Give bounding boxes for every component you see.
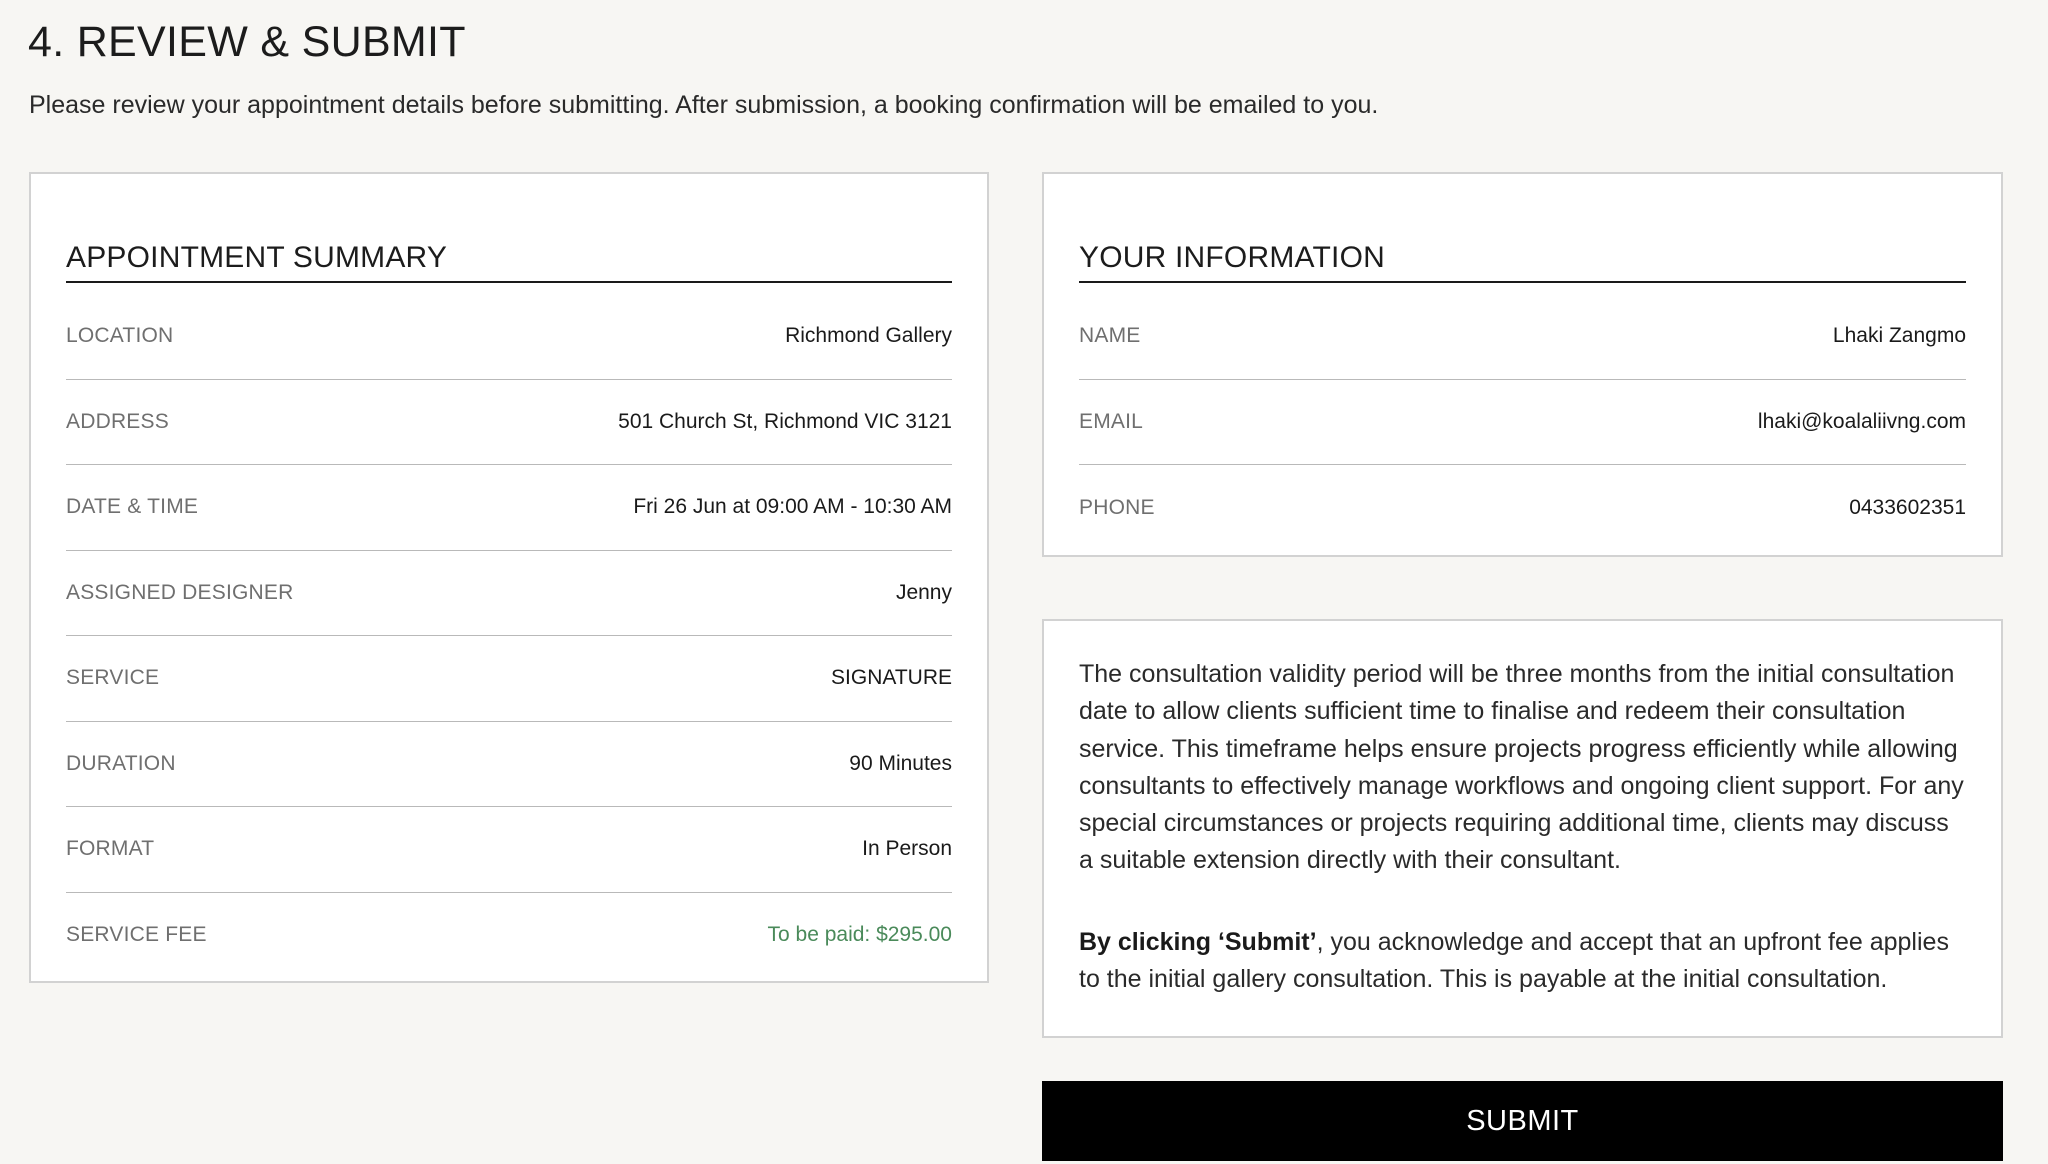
appointment-summary-list: LOCATION Richmond Gallery ADDRESS 501 Ch… (66, 294, 952, 978)
service-label: SERVICE (66, 666, 160, 690)
appointment-summary-card: APPOINTMENT SUMMARY LOCATION Richmond Ga… (29, 172, 989, 983)
service-value: SIGNATURE (831, 666, 952, 690)
intro-text: Please review your appointment details b… (29, 91, 1379, 119)
format-value: In Person (862, 837, 952, 861)
acknowledgement-bold: By clicking ‘Submit’ (1079, 927, 1317, 956)
email-value: lhaki@koalaliivng.com (1757, 409, 1966, 433)
your-information-heading: YOUR INFORMATION (1079, 208, 1966, 283)
consultation-terms-card: The consultation validity period will be… (1042, 619, 2003, 1038)
summary-row-date-time: DATE & TIME Fri 26 Jun at 09:00 AM - 10:… (66, 465, 952, 551)
info-row-phone: PHONE 0433602351 (1079, 465, 1966, 551)
format-label: FORMAT (66, 837, 155, 861)
date-time-label: DATE & TIME (66, 495, 199, 519)
designer-label: ASSIGNED DESIGNER (66, 580, 294, 604)
page-title: 4. REVIEW & SUBMIT (28, 18, 466, 66)
summary-row-service: SERVICE SIGNATURE (66, 636, 952, 722)
summary-row-format: FORMAT In Person (66, 807, 952, 893)
service-fee-value: To be paid: $295.00 (767, 923, 953, 947)
your-information-card: YOUR INFORMATION NAME Lhaki Zangmo EMAIL… (1042, 172, 2003, 557)
name-label: NAME (1079, 324, 1141, 348)
duration-label: DURATION (66, 751, 176, 775)
address-value: 501 Church St, Richmond VIC 3121 (618, 409, 952, 433)
submit-button[interactable]: SUBMIT (1042, 1081, 2003, 1161)
location-value: Richmond Gallery (785, 324, 952, 348)
your-information-list: NAME Lhaki Zangmo EMAIL lhaki@koalaliivn… (1079, 294, 1966, 551)
summary-row-duration: DURATION 90 Minutes (66, 722, 952, 807)
info-row-name: NAME Lhaki Zangmo (1079, 294, 1966, 380)
duration-value: 90 Minutes (849, 751, 952, 775)
acknowledgement-paragraph: By clicking ‘Submit’, you acknowledge an… (1079, 924, 1966, 999)
review-submit-page: 4. REVIEW & SUBMIT Please review your ap… (0, 0, 2048, 1164)
summary-row-designer: ASSIGNED DESIGNER Jenny (66, 551, 952, 636)
summary-row-location: LOCATION Richmond Gallery (66, 294, 952, 380)
consultation-terms-text: The consultation validity period will be… (1079, 656, 1966, 998)
address-label: ADDRESS (66, 409, 169, 433)
info-row-email: EMAIL lhaki@koalaliivng.com (1079, 380, 1966, 465)
name-value: Lhaki Zangmo (1832, 324, 1966, 348)
email-label: EMAIL (1079, 409, 1144, 433)
date-time-value: Fri 26 Jun at 09:00 AM - 10:30 AM (633, 495, 952, 519)
designer-value: Jenny (895, 580, 952, 604)
phone-value: 0433602351 (1849, 495, 1966, 519)
location-label: LOCATION (66, 324, 174, 348)
summary-row-address: ADDRESS 501 Church St, Richmond VIC 3121 (66, 380, 952, 465)
service-fee-label: SERVICE FEE (66, 923, 207, 947)
validity-paragraph: The consultation validity period will be… (1079, 660, 1964, 875)
summary-row-service-fee: SERVICE FEE To be paid: $295.00 (66, 893, 952, 979)
appointment-summary-heading: APPOINTMENT SUMMARY (66, 208, 952, 283)
phone-label: PHONE (1079, 495, 1155, 519)
